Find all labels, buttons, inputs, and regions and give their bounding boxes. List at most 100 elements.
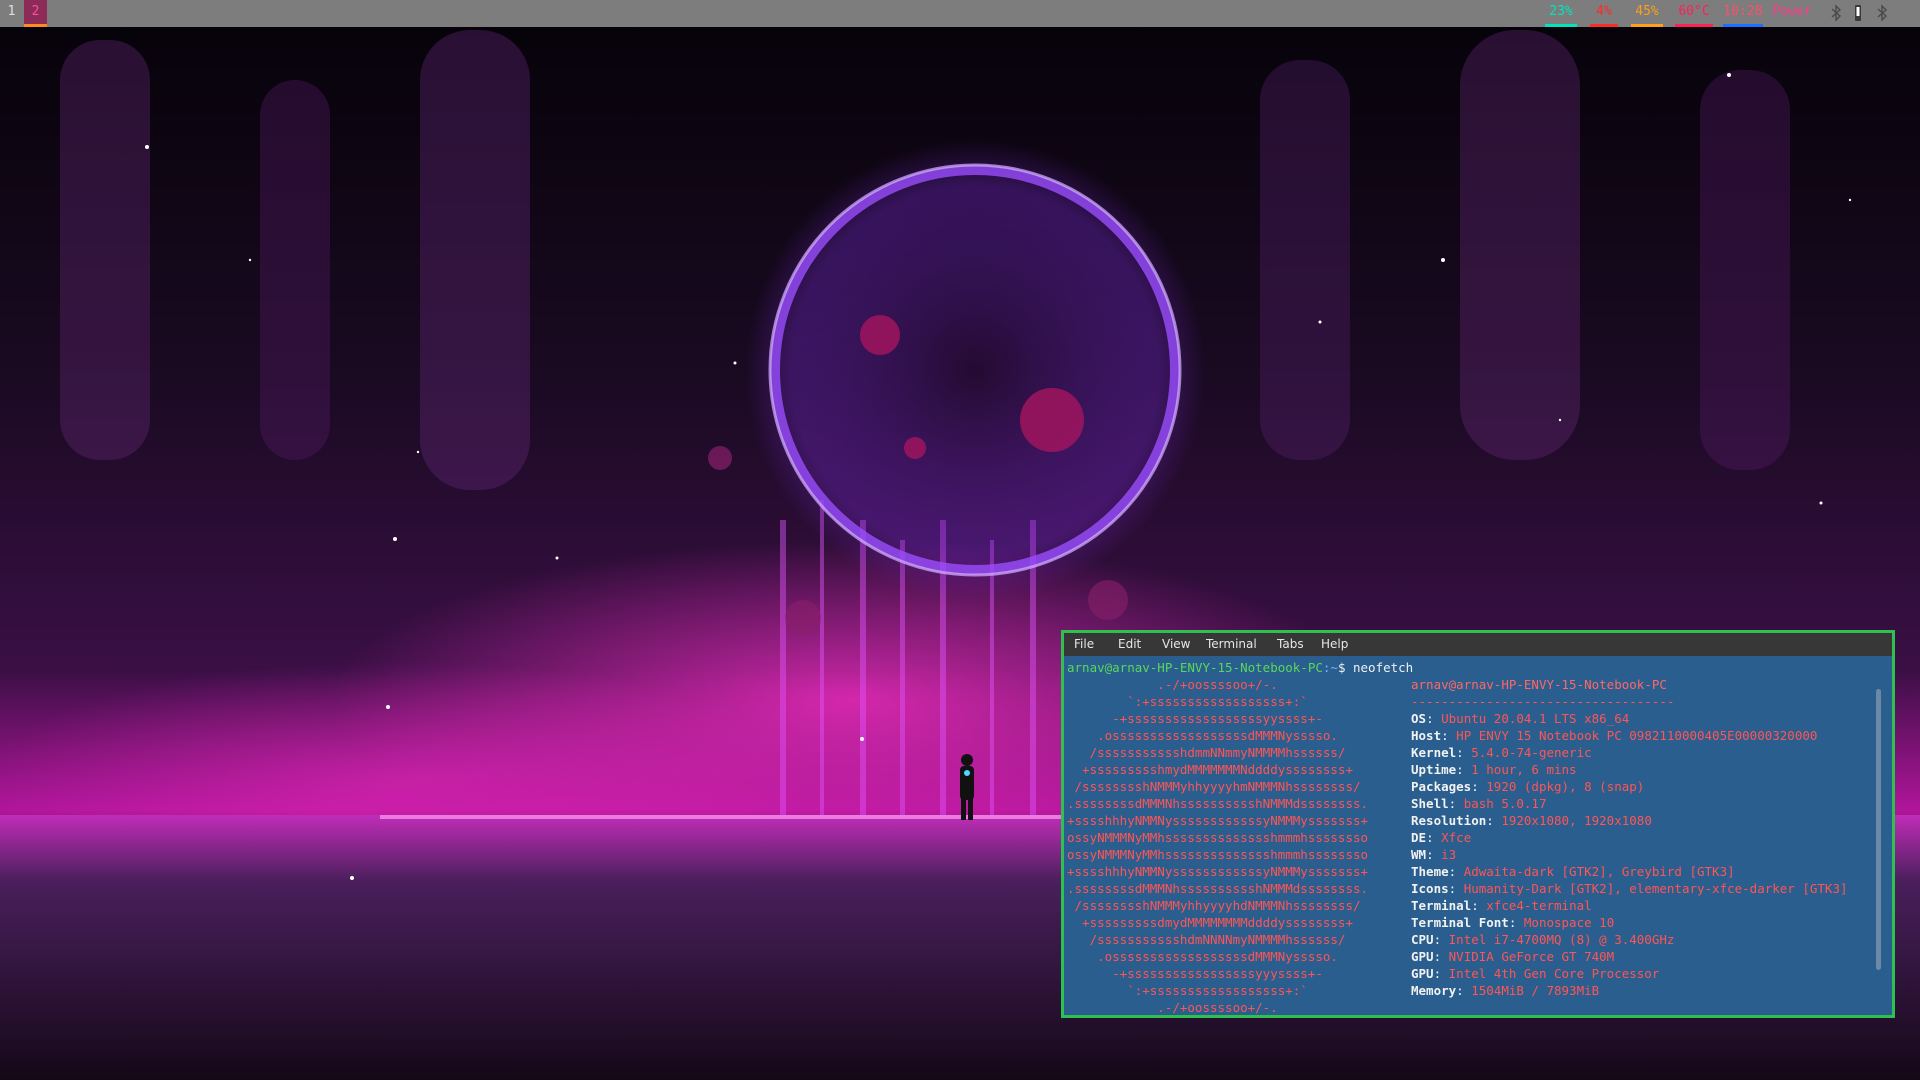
- menu-edit[interactable]: Edit: [1118, 633, 1141, 656]
- terminal-scrollbar[interactable]: [1876, 689, 1881, 970]
- logo-line: /ssssssssssshdmmNNmmyNMMMMhssssss/: [1067, 745, 1346, 760]
- info-value: xfce4-terminal: [1486, 898, 1592, 913]
- memory-usage: 4%: [1590, 0, 1618, 27]
- info-row: OS: Ubuntu 20.04.1 LTS x86_64: [1411, 710, 1848, 727]
- logo-line: .ossssssssssssssssssdMMMNysssso.: [1067, 949, 1338, 964]
- logo-line: /ssssssssssshdmNNNNmyNMMMMhssssss/: [1067, 932, 1346, 947]
- logo-line: /sssssssshNMMMyhhyyyyhmNMMMNhssssssss/: [1067, 779, 1361, 794]
- info-colon: :: [1433, 966, 1449, 981]
- ubuntu-ascii-logo: .-/+oossssoo+/-. `:+ssssssssssssssssss+:…: [1067, 676, 1368, 1016]
- info-colon: :: [1448, 881, 1464, 896]
- prompt-symbol: $: [1337, 660, 1346, 675]
- info-key: Shell: [1411, 796, 1449, 811]
- info-key: GPU: [1411, 966, 1434, 981]
- info-row: Packages: 1920 (dpkg), 8 (snap): [1411, 778, 1848, 795]
- bluetooth-icon[interactable]: [1830, 4, 1842, 22]
- info-value: 5.4.0-74-generic: [1471, 745, 1592, 760]
- top-panel: 1 2 23% 4% 45% 60°C 10:28 Power: [0, 0, 1920, 27]
- logo-line: -+sssssssssssssssssyyyssss+-: [1067, 966, 1323, 981]
- info-value: 1 hour, 6 mins: [1471, 762, 1577, 777]
- info-row: Terminal Font: Monospace 10: [1411, 914, 1848, 931]
- logo-line: /sssssssshNMMMyhhyyyyhdNMMMNhssssssss/: [1067, 898, 1361, 913]
- info-value: 1504MiB / 7893MiB: [1471, 983, 1600, 998]
- info-value: NVIDIA GeForce GT 740M: [1448, 949, 1615, 964]
- info-value: Monospace 10: [1523, 915, 1615, 930]
- info-colon: :: [1471, 898, 1487, 913]
- menu-help[interactable]: Help: [1321, 633, 1348, 656]
- info-colon: :: [1426, 711, 1442, 726]
- info-colon: :: [1448, 864, 1464, 879]
- info-row: Icons: Humanity-Dark [GTK2], elementary-…: [1411, 880, 1848, 897]
- menu-file[interactable]: File: [1074, 633, 1094, 656]
- logo-line: .ossssssssssssssssssdMMMNysssso.: [1067, 728, 1338, 743]
- usb-icon[interactable]: [1852, 4, 1864, 22]
- info-key: Terminal: [1411, 898, 1472, 913]
- logo-line: ossyNMMMNyMMhsssssssssssssshmmmhssssssso: [1067, 830, 1369, 845]
- info-row: GPU: NVIDIA GeForce GT 740M: [1411, 948, 1848, 965]
- info-value: HP ENVY 15 Notebook PC 0982110000405E000…: [1456, 728, 1818, 743]
- info-key: CPU: [1411, 932, 1434, 947]
- info-value: bash 5.0.17: [1463, 796, 1547, 811]
- info-colon: :: [1426, 847, 1442, 862]
- info-row: Kernel: 5.4.0-74-generic: [1411, 744, 1848, 761]
- info-row: Memory: 1504MiB / 7893MiB: [1411, 982, 1848, 999]
- info-value: Intel 4th Gen Core Processor: [1448, 966, 1660, 981]
- info-value: Adwaita-dark [GTK2], Greybird [GTK3]: [1463, 864, 1735, 879]
- info-row: Resolution: 1920x1080, 1920x1080: [1411, 812, 1848, 829]
- system-info: arnav@arnav-HP-ENVY-15-Notebook-PC -----…: [1411, 676, 1848, 999]
- bluetooth-icon[interactable]: [1876, 4, 1888, 22]
- info-row: WM: i3: [1411, 846, 1848, 863]
- power-button[interactable]: Power: [1770, 0, 1814, 27]
- info-colon: :: [1433, 949, 1449, 964]
- workspace-1-button[interactable]: 1: [0, 0, 23, 27]
- logo-line: ossyNMMMNyMMhsssssssssssssshmmmhssssssso: [1067, 847, 1369, 862]
- info-key: GPU: [1411, 949, 1434, 964]
- info-colon: :: [1486, 813, 1502, 828]
- info-key: DE: [1411, 830, 1427, 845]
- menu-terminal[interactable]: Terminal: [1206, 633, 1257, 656]
- info-value: 1920x1080, 1920x1080: [1501, 813, 1652, 828]
- logo-line: .-/+oossssoo+/-.: [1067, 677, 1278, 692]
- typed-command: neofetch: [1353, 660, 1414, 675]
- menu-tabs[interactable]: Tabs: [1277, 633, 1304, 656]
- logo-line: .-/+oossssoo+/-.: [1067, 1000, 1278, 1015]
- menu-view[interactable]: View: [1162, 633, 1190, 656]
- terminal-window[interactable]: File Edit View Terminal Tabs Help arnav@…: [1061, 630, 1895, 1018]
- info-colon: :: [1508, 915, 1524, 930]
- logo-line: `:+ssssssssssssssssss+:`: [1067, 983, 1308, 998]
- logo-line: +sssshhhyNMMNyssssssssssssyNMMMysssssss+: [1067, 864, 1369, 879]
- info-row: Host: HP ENVY 15 Notebook PC 09821100004…: [1411, 727, 1848, 744]
- info-key: WM: [1411, 847, 1427, 862]
- logo-line: +ssssssssshmydMMMMMMMNddddyssssssss+: [1067, 762, 1353, 777]
- info-key: Memory: [1411, 983, 1457, 998]
- terminal-output[interactable]: arnav@arnav-HP-ENVY-15-Notebook-PC:~$ ne…: [1064, 656, 1884, 1015]
- info-key: OS: [1411, 711, 1427, 726]
- info-value: Ubuntu 20.04.1 LTS x86_64: [1441, 711, 1630, 726]
- info-row: Terminal: xfce4-terminal: [1411, 897, 1848, 914]
- info-value: Humanity-Dark [GTK2], elementary-xfce-da…: [1463, 881, 1848, 896]
- info-key: Theme: [1411, 864, 1449, 879]
- battery-level: 45%: [1631, 0, 1663, 27]
- info-key: Terminal Font: [1411, 915, 1509, 930]
- info-colon: :: [1456, 983, 1472, 998]
- logo-line: +sssssssssdmydMMMMMMMMddddyssssssss+: [1067, 915, 1353, 930]
- prompt-path: :~: [1322, 660, 1338, 675]
- logo-line: .ssssssssdMMMNhsssssssssshNMMMdssssssss.: [1067, 796, 1369, 811]
- workspace-2-button[interactable]: 2: [24, 0, 47, 27]
- logo-line: +sssshhhyNMMNyssssssssssssyNMMMysssssss+: [1067, 813, 1369, 828]
- shell-prompt: arnav@arnav-HP-ENVY-15-Notebook-PC:~$ ne…: [1067, 659, 1413, 676]
- cpu-usage: 23%: [1545, 0, 1577, 27]
- prompt-user-host: arnav@arnav-HP-ENVY-15-Notebook-PC: [1067, 660, 1323, 675]
- info-colon: :: [1448, 796, 1464, 811]
- info-key: Kernel: [1411, 745, 1457, 760]
- info-row: Theme: Adwaita-dark [GTK2], Greybird [GT…: [1411, 863, 1848, 880]
- cpu-temperature: 60°C: [1675, 0, 1713, 27]
- info-colon: :: [1433, 932, 1449, 947]
- info-key: Uptime: [1411, 762, 1457, 777]
- info-user: arnav: [1411, 677, 1449, 692]
- info-value: Xfce: [1441, 830, 1472, 845]
- logo-line: -+ssssssssssssssssssyyssss+-: [1067, 711, 1323, 726]
- logo-line: .ssssssssdMMMNhsssssssssshNMMMdssssssss.: [1067, 881, 1369, 896]
- info-colon: :: [1456, 762, 1472, 777]
- info-row: GPU: Intel 4th Gen Core Processor: [1411, 965, 1848, 982]
